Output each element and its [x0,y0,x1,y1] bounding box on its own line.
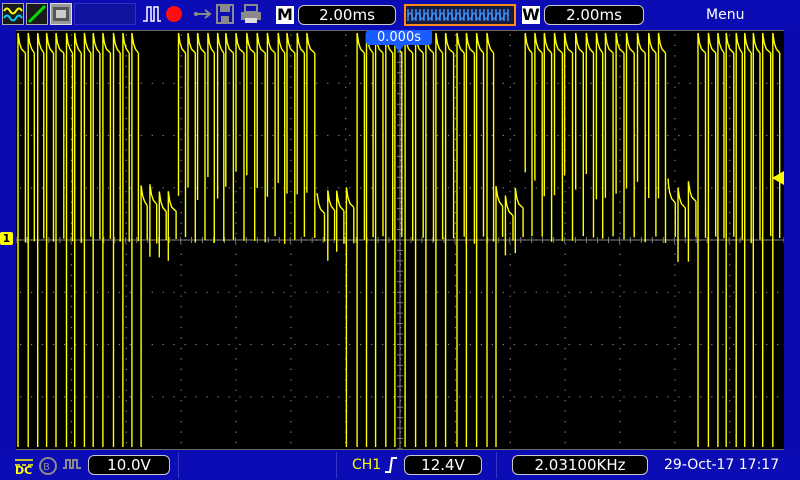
window-tag: W [522,6,540,24]
usb-icon[interactable] [192,6,212,22]
window-overview[interactable] [404,4,516,26]
trigger-level[interactable]: 12.4V [404,455,482,475]
top-toolbar: M 2.00ms W 2.00ms Menu [0,0,800,30]
save-icon[interactable] [216,4,234,24]
invert-icon[interactable] [62,456,82,476]
separator [336,452,337,478]
menu-button[interactable]: Menu [706,7,744,23]
timebase-tag: M [276,6,294,24]
record-icon[interactable] [166,6,182,22]
frequency-counter: 2.03100KHz [512,455,648,475]
trigger-source[interactable]: CH1 [352,457,381,473]
channel1-marker[interactable]: 1 [0,232,13,245]
coupling-label: DC [15,464,32,477]
separator [178,452,179,478]
rising-edge-icon [384,456,398,474]
volts-per-div[interactable]: 10.0V [88,455,170,475]
trigger-position-badge[interactable]: 0.000s [366,30,432,45]
grid-dots [20,35,778,443]
display-mode-icon[interactable] [50,3,72,25]
pulse-icon[interactable] [142,4,162,24]
bandwidth-icon[interactable]: B [38,456,58,476]
timebase-value[interactable]: 2.00ms [298,5,396,25]
print-icon[interactable] [240,4,262,24]
display-panel [74,3,136,25]
svg-text:B: B [43,462,50,473]
trigger-position-arrow [394,45,404,52]
date-time: 29-Oct-17 17:17 [664,457,779,473]
window-value[interactable]: 2.00ms [544,5,644,25]
status-bar: DC B 10.0V CH1 12.4V 2.03100KHz 29-Oct-1… [0,450,800,480]
channel1-coupling-icon[interactable]: DC [14,454,34,474]
trigger-level-marker[interactable] [772,171,784,185]
center-axes [16,31,784,449]
trace-mode-icon[interactable] [2,3,24,25]
line-mode-icon[interactable] [26,3,48,25]
scope-screen [16,30,784,450]
separator [496,452,497,478]
waveform-display [16,31,784,449]
